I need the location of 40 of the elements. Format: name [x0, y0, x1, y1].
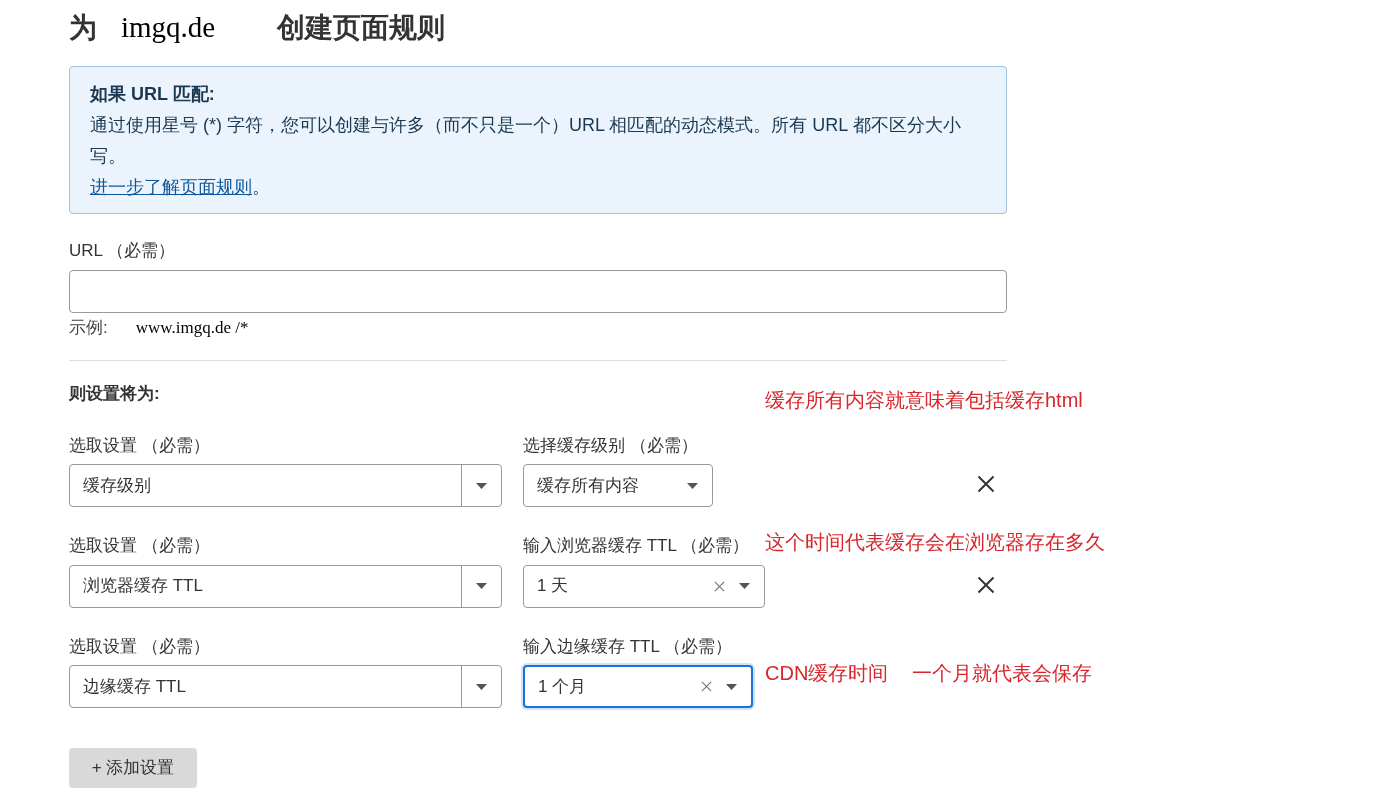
setting-select[interactable]: 浏览器缓存 TTL [69, 564, 502, 608]
example-label: 示例: [69, 316, 108, 339]
field-label: 选取设置 （必需） [69, 434, 211, 457]
close-icon [977, 475, 995, 493]
value-select[interactable]: 1 天 [523, 564, 765, 608]
learn-more-link[interactable]: 进一步了解页面规则 [90, 172, 252, 203]
caret-icon [726, 683, 737, 690]
field-label: 选取设置 （必需） [69, 535, 211, 557]
setting-select[interactable]: 缓存级别 [69, 464, 502, 507]
field-label: 选取设置 （必需） [69, 635, 211, 658]
page-title: 为 [69, 11, 97, 45]
section-title: 则设置将为: [69, 383, 160, 405]
add-setting-button[interactable]: + 添加设置 [69, 748, 197, 788]
url-input-field[interactable] [69, 269, 1007, 313]
example-url: www.imgq.de /* [135, 316, 249, 339]
setting-select[interactable]: 边缘缓存 TTL [69, 665, 502, 708]
annotation-note: CDN缓存时间 [765, 660, 889, 686]
punctuation-text: 。 [252, 176, 270, 199]
caret-icon [687, 482, 698, 489]
clear-icon [714, 580, 725, 592]
annotation-note: 一个月就代表会保存 [912, 660, 1093, 686]
field-label: URL （必需） [69, 240, 177, 262]
annotation-note: 这个时间代表缓存会在浏览器存在多久 [765, 530, 1105, 555]
field-label: 输入浏览器缓存 TTL （必需） [523, 535, 751, 557]
page-title: 创建页面规则 [277, 11, 446, 45]
close-icon [977, 575, 995, 594]
caret-icon [476, 583, 487, 589]
annotation-note: 缓存所有内容就意味着包括缓存html [765, 387, 1083, 413]
caret-icon [739, 583, 750, 589]
field-label: 输入边缘缓存 TTL （必需） [523, 635, 734, 658]
caret-icon [476, 683, 487, 690]
value-select[interactable]: 缓存所有内容 [523, 464, 713, 507]
value-select[interactable]: 1 个月 [523, 665, 753, 708]
field-label: 选择缓存级别 （必需） [523, 434, 699, 457]
clear-icon [701, 681, 712, 692]
remove-rule-button[interactable] [975, 473, 997, 495]
info-text: 通过使用星号 (*) 字符，您可以创建与许多（而不只是一个）URL 相匹配的动态模式。所有 URL 都不区分大小写。 [90, 114, 962, 168]
info-title: 如果 URL 匹配: [90, 83, 216, 106]
domain-name: imgq.de [121, 10, 216, 46]
caret-icon [476, 482, 487, 489]
